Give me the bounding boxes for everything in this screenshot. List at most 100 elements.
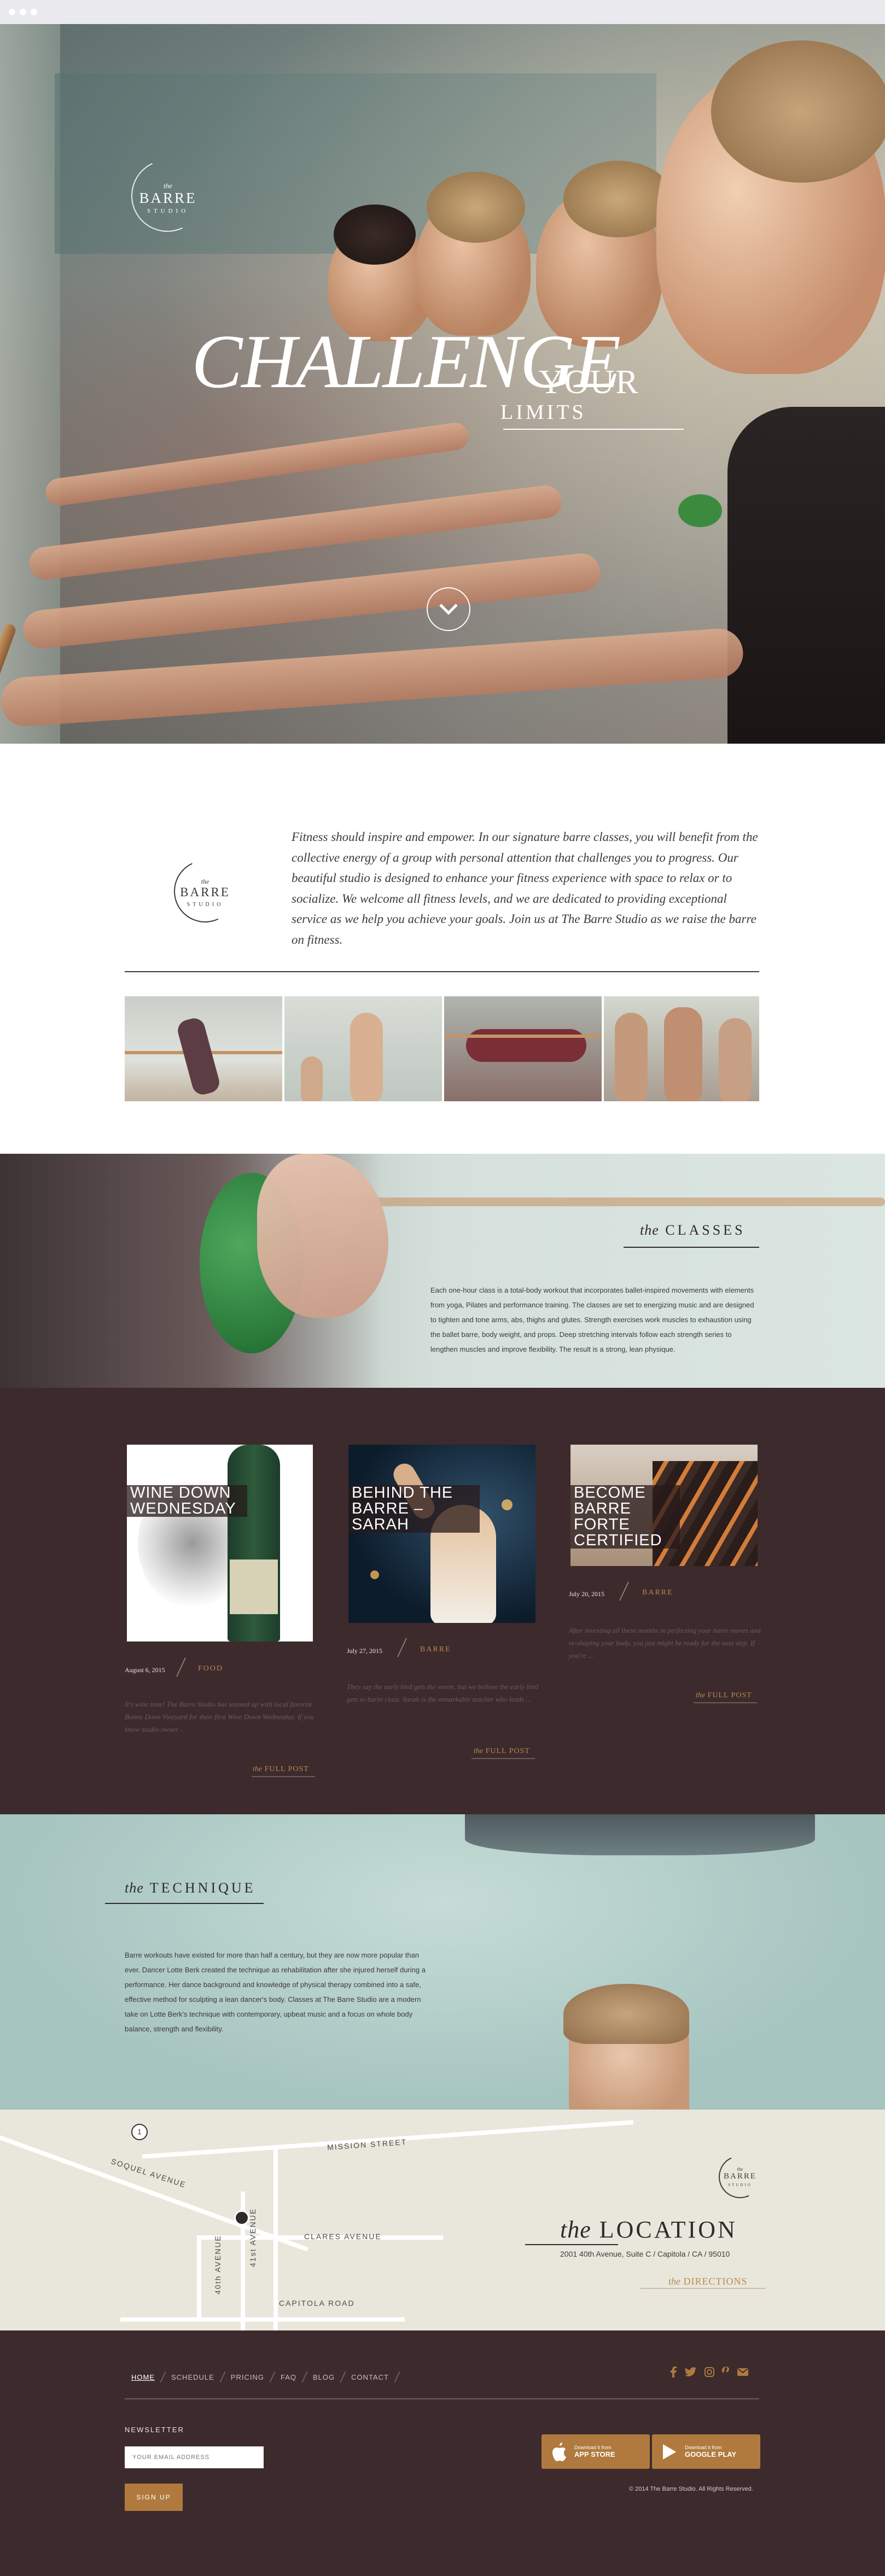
photo-figure bbox=[615, 1013, 648, 1101]
nav-schedule[interactable]: SCHEDULE bbox=[171, 2373, 214, 2381]
social-icons bbox=[669, 2367, 748, 2378]
photo-figure bbox=[175, 1015, 222, 1097]
hero-title-limits: LIMITS bbox=[500, 401, 586, 424]
nav-separator bbox=[340, 2371, 346, 2383]
newsletter-email-input[interactable] bbox=[125, 2446, 264, 2468]
scroll-down-button[interactable] bbox=[427, 587, 470, 631]
gallery-photo-1[interactable] bbox=[125, 996, 282, 1101]
nav-pricing[interactable]: PRICING bbox=[231, 2373, 264, 2381]
map-road bbox=[197, 2235, 201, 2317]
post-separator bbox=[619, 1581, 629, 1601]
nav-separator bbox=[219, 2371, 226, 2383]
post-image-3[interactable]: BECOME BARRE FORTE CERTIFIED bbox=[570, 1445, 758, 1566]
footer-divider bbox=[125, 2398, 759, 2399]
window-dot-icon[interactable] bbox=[20, 9, 26, 15]
post-category-2[interactable]: BARRE bbox=[420, 1645, 451, 1654]
twitter-icon[interactable] bbox=[685, 2367, 697, 2377]
post-image-2[interactable]: BEHIND THE BARRE – SARAH bbox=[348, 1445, 535, 1623]
signup-button[interactable]: SIGN UP bbox=[125, 2484, 183, 2511]
copyright: © 2014 The Barre Studio. All Rights Rese… bbox=[629, 2486, 753, 2492]
classes-body: Each one-hour class is a total-body work… bbox=[430, 1286, 754, 1353]
route-marker: 1 bbox=[131, 2124, 148, 2140]
hero-top bbox=[727, 407, 885, 744]
post-separator bbox=[176, 1657, 186, 1677]
facebook-icon[interactable] bbox=[669, 2367, 677, 2378]
post-separator bbox=[397, 1638, 407, 1657]
classes-heading-title: CLASSES bbox=[665, 1222, 746, 1238]
location-underline bbox=[525, 2244, 618, 2245]
light-bokeh bbox=[502, 1499, 513, 1510]
nav-separator bbox=[394, 2371, 400, 2383]
nav-separator bbox=[269, 2371, 276, 2383]
technique-hair bbox=[563, 1984, 689, 2044]
post-title-3: BECOME BARRE FORTE CERTIFIED bbox=[570, 1485, 680, 1549]
post-full-link-1[interactable]: the FULL POST bbox=[253, 1765, 309, 1774]
bottle-label bbox=[230, 1559, 278, 1614]
post-full-link-2[interactable]: the FULL POST bbox=[474, 1747, 530, 1756]
location-heading-title: LOCATION bbox=[599, 2216, 737, 2243]
post-category-3[interactable]: BARRE bbox=[642, 1588, 673, 1597]
classes-underline bbox=[624, 1247, 759, 1248]
post-date-1: August 6, 2015 bbox=[125, 1666, 165, 1674]
location-logo[interactable]: the BARRE STUDIO bbox=[713, 2149, 767, 2204]
google-play-button[interactable]: Download it from GOOGLE PLAY bbox=[652, 2434, 760, 2469]
location-pin-icon[interactable] bbox=[234, 2210, 249, 2225]
gallery-photo-4[interactable] bbox=[604, 996, 759, 1101]
post-category-1[interactable]: FOOD bbox=[198, 1664, 223, 1673]
newsletter-label: NEWSLETTER bbox=[125, 2426, 184, 2434]
logo-name: BARRE bbox=[723, 2172, 756, 2181]
nav-contact[interactable]: CONTACT bbox=[351, 2373, 389, 2381]
app-store-button[interactable]: Download it from APP STORE bbox=[542, 2434, 650, 2469]
window-dot-icon[interactable] bbox=[31, 9, 37, 15]
hero-section: the BARRE STUDIO CHALLENGE YOUR LIMITS bbox=[0, 24, 885, 744]
app-store-small: Download it from bbox=[574, 2445, 612, 2450]
map-road bbox=[120, 2317, 405, 2322]
hero-title-your: YOUR bbox=[539, 364, 639, 401]
gallery-photo-3[interactable] bbox=[444, 996, 602, 1101]
classes-heading: the CLASSES bbox=[640, 1222, 746, 1239]
post-full-link-3[interactable]: the FULL POST bbox=[696, 1691, 752, 1700]
post-date-2: July 27, 2015 bbox=[347, 1647, 383, 1655]
directions-link[interactable]: the DIRECTIONS bbox=[668, 2276, 748, 2287]
photo-figure bbox=[664, 1007, 702, 1101]
location-section: 1 SOQUEL AVENUE MISSION STREET CLARES AV… bbox=[0, 2110, 885, 2330]
browser-chrome bbox=[0, 0, 885, 24]
site-logo[interactable]: the BARRE STUDIO bbox=[121, 149, 214, 242]
intro-logo[interactable]: the BARRE STUDIO bbox=[165, 851, 246, 932]
app-store-text: Download it from APP STORE bbox=[574, 2445, 615, 2458]
post-excerpt-1: It's wine time! The Barre Studio has tea… bbox=[125, 1700, 314, 1733]
street-label: CLARES AVENUE bbox=[304, 2232, 382, 2241]
nav-blog[interactable]: BLOG bbox=[313, 2373, 335, 2381]
street-label: CAPITOLA ROAD bbox=[279, 2299, 355, 2308]
post-date-3: July 20, 2015 bbox=[569, 1590, 605, 1598]
nav-separator bbox=[160, 2371, 166, 2383]
logo-the: the bbox=[737, 2166, 743, 2172]
gallery-photo-2[interactable] bbox=[284, 996, 442, 1101]
post-link-underline bbox=[471, 1758, 535, 1759]
post-image-1[interactable]: WINE DOWN WEDNESDAY bbox=[127, 1445, 313, 1642]
location-heading-the: the bbox=[560, 2216, 591, 2243]
google-play-text: Download it from GOOGLE PLAY bbox=[685, 2445, 736, 2458]
window-dot-icon[interactable] bbox=[9, 9, 15, 15]
classes-section: the CLASSES Each one-hour class is a tot… bbox=[0, 1154, 885, 1388]
light-bokeh bbox=[370, 1570, 379, 1579]
intro-text: Fitness should inspire and empower. In o… bbox=[292, 830, 758, 947]
technique-section: the TECHNIQUE Barre workouts have existe… bbox=[0, 1814, 885, 2110]
pinterest-icon[interactable] bbox=[722, 2367, 730, 2378]
technique-body: Barre workouts have existed for more tha… bbox=[125, 1951, 426, 2033]
hero-hair bbox=[334, 205, 416, 265]
photo-barre bbox=[444, 1035, 602, 1038]
hero-hair bbox=[711, 40, 885, 183]
instagram-icon[interactable] bbox=[704, 2367, 714, 2377]
logo-sub: STUDIO bbox=[147, 208, 189, 214]
nav-home[interactable]: HOME bbox=[131, 2373, 155, 2381]
nav-faq[interactable]: FAQ bbox=[281, 2373, 296, 2381]
app-store-big: APP STORE bbox=[574, 2450, 615, 2458]
intro-section: the BARRE STUDIO Fitness should inspire … bbox=[0, 744, 885, 1154]
play-icon bbox=[663, 2444, 676, 2460]
post-link-underline bbox=[694, 1702, 757, 1703]
email-icon[interactable] bbox=[737, 2368, 748, 2376]
location-map[interactable]: 1 SOQUEL AVENUE MISSION STREET CLARES AV… bbox=[0, 2110, 885, 2330]
post-excerpt-2: They say the early bird gets the worm, b… bbox=[347, 1683, 538, 1703]
classes-heading-the: the bbox=[640, 1222, 659, 1238]
